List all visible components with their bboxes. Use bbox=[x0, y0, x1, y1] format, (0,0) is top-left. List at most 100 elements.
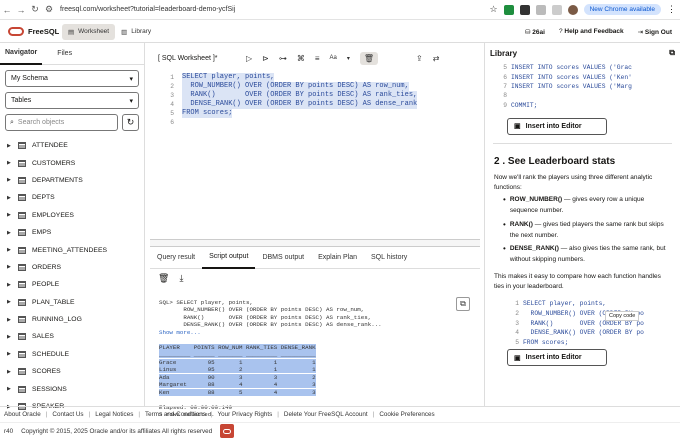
help-button[interactable]: ? Help and Feedback bbox=[559, 28, 624, 35]
tab-navigator[interactable]: Navigator bbox=[0, 43, 43, 65]
tab-files[interactable]: Files bbox=[52, 43, 77, 65]
tab-worksheet[interactable]: ▤ Worksheet bbox=[62, 23, 116, 40]
table-item[interactable]: ▶ CUSTOMERS bbox=[0, 154, 144, 171]
profile-avatar[interactable] bbox=[567, 4, 578, 15]
chevron-right-icon[interactable]: ▶ bbox=[7, 264, 12, 270]
schema-select[interactable]: My Schema ▾ bbox=[5, 70, 139, 87]
freesql-logo[interactable]: FreeSQL bbox=[0, 27, 62, 36]
tab-output[interactable]: Script output bbox=[202, 247, 256, 269]
puzzle-icon[interactable] bbox=[535, 4, 546, 15]
copy-icon[interactable]: ⧉ bbox=[456, 297, 470, 311]
trash-icon[interactable]: 🗑 bbox=[359, 51, 379, 65]
table-item[interactable]: ▶ PEOPLE bbox=[0, 276, 144, 293]
chevron-right-icon[interactable]: ▶ bbox=[7, 369, 12, 375]
line-number: 5 bbox=[170, 110, 174, 117]
footer-link[interactable]: Contact Us bbox=[52, 411, 83, 418]
code-line: 4 DENSE_RANK() OVER (ORDER BY po bbox=[507, 328, 672, 338]
update-chrome-button[interactable]: New Chrome available bbox=[583, 4, 661, 15]
table-item[interactable]: ▶ SCHEDULE bbox=[0, 346, 144, 363]
object-type-select[interactable]: Tables ▾ bbox=[5, 92, 139, 109]
reload-icon[interactable]: ↻ bbox=[28, 3, 42, 17]
split-view-icon[interactable] bbox=[551, 4, 562, 15]
footer-link[interactable]: Legal Notices bbox=[95, 411, 133, 418]
extension-icon[interactable] bbox=[503, 4, 514, 15]
trash-icon[interactable]: 🗑 bbox=[158, 273, 169, 284]
database-version[interactable]: ⛁ 26ai bbox=[525, 28, 545, 36]
library-code-snippet: 5 INSERT INTO scores VALUES ('Grac 6 INSERT… bbox=[495, 63, 670, 110]
worksheet-title[interactable]: [ SQL Worksheet ]* bbox=[158, 55, 236, 62]
site-info-icon[interactable]: ⚙ bbox=[42, 3, 56, 17]
chevron-right-icon[interactable]: ▶ bbox=[7, 247, 12, 253]
format-icon[interactable]: ≡ bbox=[315, 54, 320, 63]
back-icon[interactable]: ← bbox=[0, 3, 14, 17]
table-item[interactable]: ▶ RUNNING_LOG bbox=[0, 311, 144, 328]
footer-link[interactable]: Your Privacy Rights bbox=[218, 411, 273, 418]
download-icon[interactable]: ⤓ bbox=[179, 273, 183, 284]
chevron-right-icon[interactable]: ▶ bbox=[7, 351, 12, 357]
chevron-down-icon[interactable]: ▾ bbox=[347, 55, 350, 62]
chevron-right-icon[interactable]: ▶ bbox=[7, 334, 12, 340]
sign-out-button[interactable]: ⇥ Sign Out bbox=[638, 28, 672, 36]
table-item[interactable]: ▶ MEETING_ATTENDEES bbox=[0, 241, 144, 258]
table-item[interactable]: ▶ DEPARTMENTS bbox=[0, 172, 144, 189]
chevron-right-icon[interactable]: ▶ bbox=[7, 317, 12, 323]
library-code-snippet[interactable]: 1 SELECT player, points, 2 ROW_NUMBER() OV… bbox=[507, 299, 672, 345]
bookmark-star-icon[interactable]: ☆ bbox=[490, 4, 498, 15]
table-name: CUSTOMERS bbox=[32, 159, 76, 167]
table-item[interactable]: ▶ ORDERS bbox=[0, 259, 144, 276]
extension-icon[interactable] bbox=[519, 4, 530, 15]
table-item[interactable]: ▶ ATTENDEE bbox=[0, 137, 144, 154]
app-header: FreeSQL ▤ Worksheet ▥ Library ⛁ 26ai ? H… bbox=[0, 21, 680, 43]
forward-icon[interactable]: → bbox=[14, 3, 28, 17]
table-item[interactable]: ▶ EMPLOYEES bbox=[0, 207, 144, 224]
table-item[interactable]: ▶ DEPTS bbox=[0, 189, 144, 206]
refresh-button[interactable]: ↻ bbox=[122, 114, 139, 131]
explain-plan-icon[interactable]: ⊶ bbox=[279, 54, 287, 63]
sql-editor[interactable]: 1 SELECT player, points, 2 ROW_NUMBER() OV… bbox=[150, 73, 480, 239]
chevron-right-icon[interactable]: ▶ bbox=[7, 230, 12, 236]
tab-library[interactable]: ▥ Library bbox=[115, 24, 157, 40]
table-item[interactable]: ▶ SALES bbox=[0, 328, 144, 345]
run-script-icon[interactable]: ⊳ bbox=[262, 54, 269, 63]
upload-icon[interactable]: ⇪ bbox=[416, 54, 423, 63]
chevron-right-icon[interactable]: ▶ bbox=[7, 143, 12, 149]
footer-link[interactable]: Cookie Preferences bbox=[379, 411, 434, 418]
share-icon[interactable]: ⇄ bbox=[433, 54, 440, 63]
footer-link[interactable]: Delete Your FreeSQL Account bbox=[284, 411, 368, 418]
line-number: 7 bbox=[503, 82, 507, 90]
footer-link[interactable]: About Oracle bbox=[4, 411, 41, 418]
table-item[interactable]: ▶ PLAN_TABLE bbox=[0, 294, 144, 311]
chevron-right-icon[interactable]: ▶ bbox=[7, 195, 12, 201]
font-size-button[interactable]: Aa bbox=[330, 55, 337, 61]
oracle-logo-icon bbox=[8, 27, 24, 36]
tab-output[interactable]: DBMS output bbox=[255, 247, 311, 269]
separator: | bbox=[210, 411, 213, 418]
tab-output[interactable]: Explain Plan bbox=[311, 247, 364, 269]
address-bar[interactable]: freesql.com/worksheet?tutorial=leaderboa… bbox=[60, 3, 490, 17]
chevron-right-icon[interactable]: ▶ bbox=[7, 212, 12, 218]
tab-output[interactable]: Query result bbox=[150, 247, 202, 269]
open-external-icon[interactable]: ⧉ bbox=[669, 48, 675, 58]
show-more-link[interactable]: Show more... bbox=[159, 329, 480, 337]
autotrace-icon[interactable]: ⌘ bbox=[297, 54, 305, 63]
oracle-logo-icon[interactable] bbox=[220, 424, 235, 438]
table-item[interactable]: ▶ EMPS bbox=[0, 224, 144, 241]
search-input[interactable]: ⌕ Search objects bbox=[5, 114, 118, 131]
chevron-right-icon[interactable]: ▶ bbox=[7, 282, 12, 288]
footer-link[interactable]: Terms and Conditions bbox=[145, 411, 206, 418]
chevron-right-icon[interactable]: ▶ bbox=[7, 299, 12, 305]
refresh-icon: ↻ bbox=[126, 117, 135, 127]
chevron-right-icon[interactable]: ▶ bbox=[7, 160, 12, 166]
insert-into-editor-button[interactable]: ▣ Insert into Editor bbox=[507, 349, 607, 367]
chevron-right-icon[interactable]: ▶ bbox=[7, 386, 12, 392]
separator: | bbox=[372, 411, 375, 418]
chevron-right-icon[interactable]: ▶ bbox=[7, 177, 12, 183]
result-row: Grace 95 1 1 1 bbox=[159, 358, 480, 367]
run-icon[interactable]: ▷ bbox=[246, 54, 252, 63]
table-item[interactable]: ▶ SCORES bbox=[0, 363, 144, 380]
table-item[interactable]: ▶ SESSIONS bbox=[0, 380, 144, 397]
insert-into-editor-button[interactable]: ▣ Insert into Editor bbox=[507, 117, 607, 135]
menu-icon[interactable]: ⋮ bbox=[667, 4, 676, 15]
tab-output[interactable]: SQL history bbox=[364, 247, 414, 269]
